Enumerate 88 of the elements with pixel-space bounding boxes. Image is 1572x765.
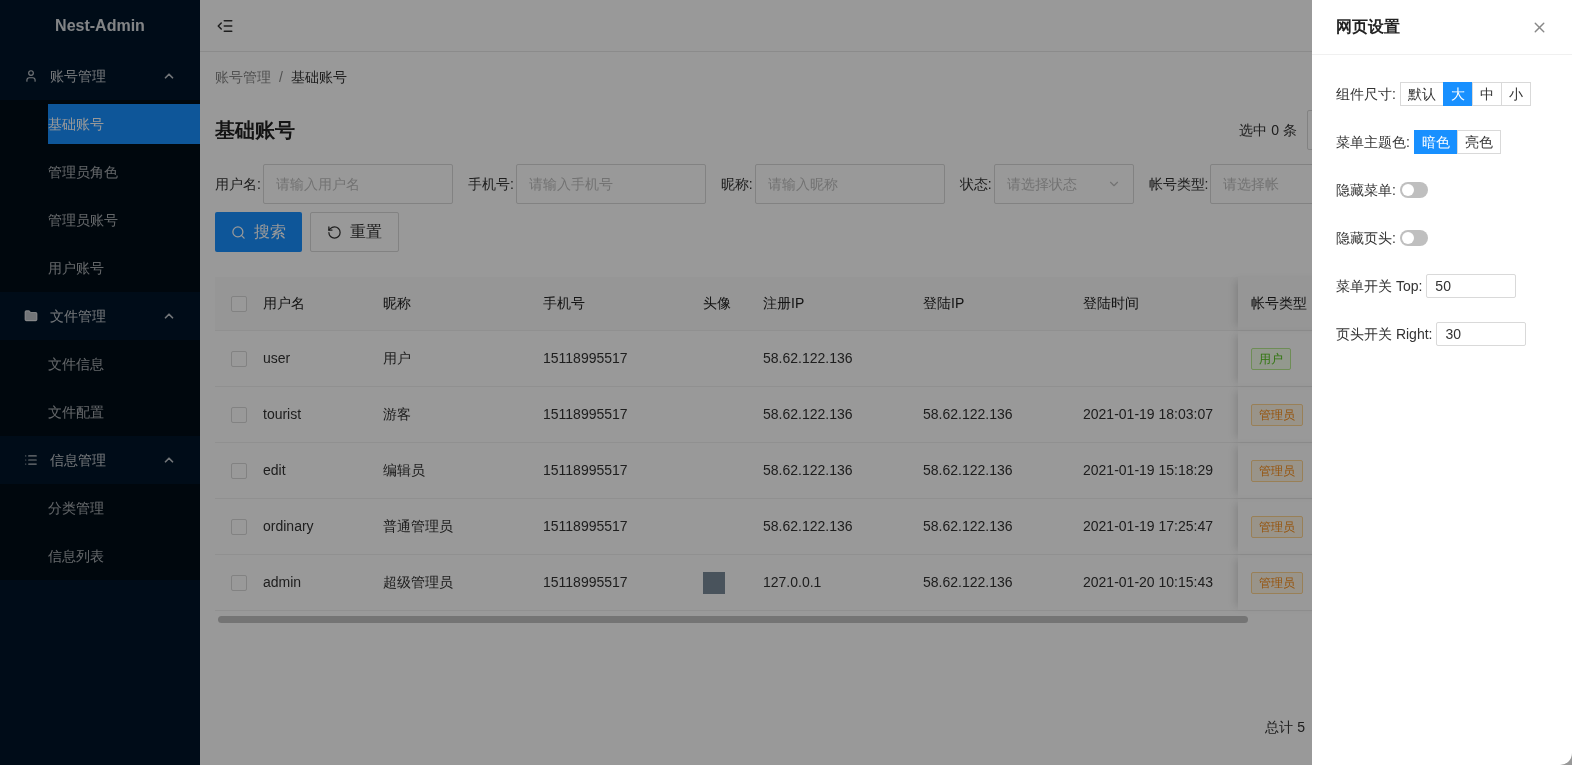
breadcrumb-separator: / — [279, 67, 283, 87]
setting-label: 隐藏页头: — [1336, 228, 1396, 248]
drawer-title: 网页设置 — [1336, 17, 1400, 37]
menu-group[interactable]: 文件管理 — [0, 292, 200, 340]
setting-label: 页头开关 Right: — [1336, 324, 1433, 344]
horizontal-scrollbar[interactable] — [218, 616, 1248, 623]
menu-group[interactable]: 账号管理 — [0, 52, 200, 100]
menu-item[interactable]: 信息列表 — [0, 532, 200, 580]
column-header: 帐号类型 — [1251, 294, 1307, 313]
table-cell: 15118995517 — [543, 574, 628, 590]
toggle-switch[interactable] — [1399, 182, 1428, 198]
selection-count: 选中 0 条 — [1239, 120, 1297, 140]
column-header: 用户名 — [263, 295, 305, 311]
column-header: 登陆时间 — [1083, 295, 1139, 311]
table-cell: 58.62.122.136 — [923, 406, 1013, 422]
account-type-tag: 管理员 — [1251, 459, 1303, 482]
table-cell: 2021-01-19 18:03:07 — [1083, 406, 1213, 422]
table-cell: 超级管理员 — [383, 574, 453, 590]
menu-group[interactable]: 信息管理 — [0, 436, 200, 484]
table-cell: admin — [263, 574, 302, 590]
column-header: 头像 — [703, 295, 731, 311]
table-cell: 2021-01-19 17:25:47 — [1083, 518, 1213, 534]
filter-label: 状态: — [959, 174, 992, 194]
menu-item[interactable]: 用户账号 — [0, 244, 200, 292]
breadcrumb-item: 基础账号 — [290, 67, 347, 87]
column-header: 注册IP — [763, 295, 805, 311]
table-cell: 2021-01-20 10:15:43 — [1083, 574, 1213, 590]
table-cell: 58.62.122.136 — [763, 406, 853, 422]
segment-option[interactable]: 小 — [1500, 82, 1531, 106]
account-type-tag: 管理员 — [1251, 403, 1303, 426]
table-cell: 58.62.122.136 — [923, 574, 1013, 590]
table-cell: 127.0.0.1 — [763, 574, 822, 590]
table-cell: 58.62.122.136 — [923, 518, 1013, 534]
table-cell: 编辑员 — [383, 462, 425, 478]
segment-option[interactable]: 默认 — [1399, 82, 1444, 106]
setting-label: 组件尺寸: — [1336, 84, 1396, 104]
table-cell: 15118995517 — [543, 462, 628, 478]
search-button[interactable]: 搜索 — [215, 212, 302, 252]
table-cell: ordinary — [263, 518, 314, 534]
input-field[interactable]: 30 — [1436, 322, 1527, 346]
app-logo-text: Nest-Admin — [55, 16, 145, 36]
table-cell: 15118995517 — [543, 350, 628, 366]
reset-button[interactable]: 重置 — [310, 212, 399, 252]
user-icon — [24, 69, 38, 83]
setting-label: 菜单主题色: — [1336, 132, 1410, 152]
toggle-switch[interactable] — [1399, 230, 1428, 246]
segment-option[interactable]: 中 — [1471, 82, 1502, 106]
segment-option[interactable]: 暗色 — [1413, 130, 1458, 154]
table-cell: 游客 — [383, 406, 411, 422]
menu-item[interactable]: 管理员角色 — [0, 148, 200, 196]
table-cell: 用户 — [383, 350, 411, 366]
filter-label: 手机号: — [467, 174, 514, 194]
table-cell: 15118995517 — [543, 406, 628, 422]
filter-label: 帐号类型: — [1148, 174, 1209, 194]
search-icon — [231, 224, 246, 240]
menu-item[interactable]: 文件配置 — [0, 388, 200, 436]
table-cell: user — [263, 350, 291, 366]
page-title: 基础账号 — [215, 118, 295, 143]
menu-item[interactable]: 文件信息 — [0, 340, 200, 388]
column-header: 手机号 — [543, 295, 585, 311]
menu-item[interactable]: 分类管理 — [0, 484, 200, 532]
setting-label: 菜单开关 Top: — [1336, 276, 1423, 296]
breadcrumb-item[interactable]: 账号管理 — [215, 66, 271, 88]
table-cell: 2021-01-19 15:18:29 — [1083, 462, 1213, 478]
account-type-tag: 用户 — [1251, 347, 1291, 370]
input-field[interactable]: 50 — [1426, 274, 1517, 298]
table-cell: 58.62.122.136 — [763, 350, 853, 366]
table-cell: 58.62.122.136 — [923, 462, 1013, 478]
list-icon — [24, 453, 38, 467]
table-cell: 58.62.122.136 — [763, 462, 853, 478]
pagination-total: 总计 5 — [1265, 718, 1305, 737]
folder-icon — [24, 309, 38, 323]
column-header: 登陆IP — [923, 295, 965, 311]
table-cell: tourist — [263, 406, 302, 422]
reload-icon — [327, 224, 342, 240]
table-cell: edit — [263, 462, 286, 478]
segment-option[interactable]: 亮色 — [1456, 130, 1501, 154]
segment-option[interactable]: 大 — [1442, 82, 1473, 106]
filter-label: 昵称: — [720, 174, 753, 194]
filter-label: 用户名: — [215, 174, 261, 194]
account-type-tag: 管理员 — [1251, 571, 1303, 594]
table-cell: 普通管理员 — [383, 518, 453, 534]
menu-item[interactable]: 管理员账号 — [0, 196, 200, 244]
setting-label: 隐藏菜单: — [1336, 180, 1396, 200]
account-type-tag: 管理员 — [1251, 515, 1303, 538]
column-header: 昵称 — [383, 295, 411, 311]
table-cell: 58.62.122.136 — [763, 518, 853, 534]
table-cell: 15118995517 — [543, 518, 628, 534]
